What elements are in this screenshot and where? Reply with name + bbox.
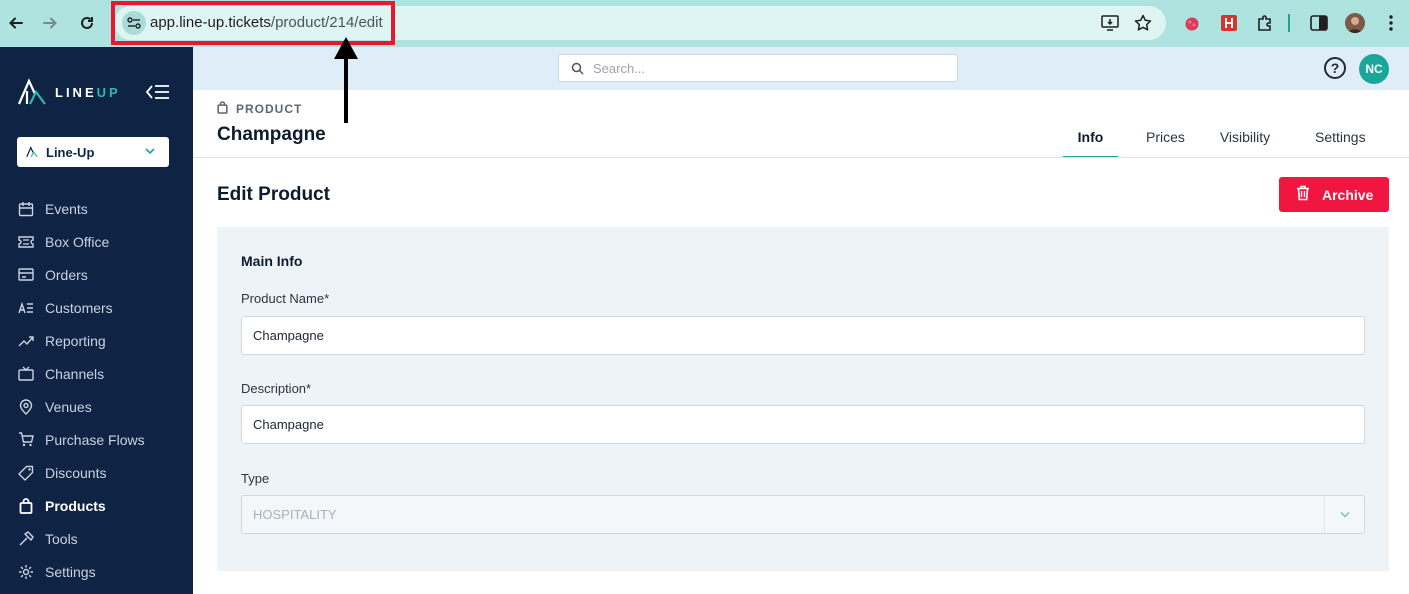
sidebar-item-discounts[interactable]: Discounts: [0, 456, 193, 489]
eyebrow-label: PRODUCT: [236, 102, 303, 116]
sidebar-item-label: Venues: [45, 398, 92, 415]
forward-arrow-icon[interactable]: [38, 11, 62, 35]
cart-icon: [17, 431, 35, 449]
extensions-puzzle-icon[interactable]: [1254, 12, 1276, 34]
page-eyebrow: PRODUCT: [217, 101, 302, 117]
description-label: Description*: [241, 381, 312, 396]
archive-label: Archive: [1322, 186, 1374, 203]
search-box: [558, 54, 958, 82]
card-title: Main Info: [241, 253, 303, 269]
toolbar-divider: [1288, 12, 1290, 34]
section-title: Edit Product: [217, 184, 330, 205]
gear-icon: [17, 563, 35, 581]
browser-toolbar: app.line-up.tickets/product/214/edit: [0, 0, 1409, 47]
sidebar-item-purchase-flows[interactable]: Purchase Flows: [0, 423, 193, 456]
description-value: Champagne: [253, 417, 324, 432]
search-icon: [571, 62, 584, 75]
tab-prices[interactable]: Prices: [1146, 120, 1185, 158]
tab-settings[interactable]: Settings: [1315, 120, 1366, 158]
ticket-icon: [17, 233, 35, 251]
archive-button[interactable]: Archive: [1279, 177, 1389, 212]
sidebar-item-label: Settings: [45, 563, 96, 580]
type-select: HOSPITALITY: [241, 495, 1365, 534]
chevron-down-icon: [1324, 496, 1364, 533]
profile-avatar-icon[interactable]: [1345, 13, 1365, 33]
type-label: Type: [241, 471, 270, 486]
back-arrow-icon[interactable]: [4, 11, 28, 35]
help-icon[interactable]: ?: [1324, 57, 1346, 79]
sidebar-item-label: Tools: [45, 530, 78, 547]
sidebar-item-label: Events: [45, 200, 88, 217]
header-divider: [193, 157, 1409, 158]
organization-name: Line-Up: [46, 144, 95, 160]
up-arrow-annotation: [334, 37, 358, 123]
trend-chart-icon: [17, 332, 35, 350]
hammer-icon: [17, 530, 35, 548]
sidebar-item-channels[interactable]: Channels: [0, 357, 193, 390]
sidebar-item-label: Products: [45, 497, 106, 514]
calendar-icon: [17, 200, 35, 218]
main-info-card: Main Info Product Name* Champagne Descri…: [217, 227, 1389, 571]
description-field[interactable]: Champagne: [241, 405, 1365, 444]
type-value: HOSPITALITY: [253, 507, 337, 522]
sidebar-item-customers[interactable]: Customers: [0, 291, 193, 324]
extension-raspberry-icon[interactable]: [1181, 12, 1203, 34]
chevron-down-icon: [145, 148, 155, 155]
sidebar-item-label: Channels: [45, 365, 105, 382]
user-avatar[interactable]: NC: [1359, 54, 1389, 84]
reload-icon[interactable]: [75, 11, 99, 35]
logo-text: LINEUP: [55, 85, 121, 100]
sidebar-item-orders[interactable]: Orders: [0, 258, 193, 291]
lineup-logo-icon: [17, 78, 46, 105]
tab-info[interactable]: Info: [1063, 120, 1118, 158]
collapse-sidebar-icon[interactable]: [145, 83, 170, 101]
sidebar-item-venues[interactable]: Venues: [0, 390, 193, 423]
sidebar-item-label: Orders: [45, 266, 88, 283]
browser-menu-icon[interactable]: [1380, 12, 1402, 34]
logo-text-accent: UP: [96, 84, 121, 100]
app-topbar: ? NC: [193, 47, 1409, 90]
sidebar-item-tools[interactable]: Tools: [0, 522, 193, 555]
extension-red-h-icon[interactable]: [1218, 12, 1240, 34]
product-name-field[interactable]: Champagne: [241, 316, 1365, 355]
sidebar-item-products[interactable]: Products: [0, 489, 193, 522]
product-name-value: Champagne: [253, 328, 324, 343]
product-tabs: Info Prices Visibility Settings: [1063, 120, 1366, 158]
bag-icon: [217, 101, 228, 117]
sidebar: LINEUP Line-Up Events Box Office Orders …: [0, 47, 193, 594]
bag-icon: [17, 497, 35, 515]
tab-visibility[interactable]: Visibility: [1219, 120, 1271, 158]
sidebar-item-box-office[interactable]: Box Office: [0, 225, 193, 258]
sidebar-item-label: Reporting: [45, 332, 106, 349]
sidebar-item-label: Purchase Flows: [45, 431, 145, 448]
sidebar-item-settings[interactable]: Settings: [0, 555, 193, 588]
page-title: Champagne: [217, 124, 326, 145]
organization-selector[interactable]: Line-Up: [17, 137, 169, 167]
sidebar-item-events[interactable]: Events: [0, 192, 193, 225]
sidebar-item-label: Box Office: [45, 233, 110, 250]
tag-icon: [17, 464, 35, 482]
card-icon: [17, 266, 35, 284]
lineup-logo[interactable]: LINEUP: [17, 78, 121, 106]
logo-text-main: LINE: [55, 84, 97, 100]
org-logo-icon: [26, 146, 38, 158]
trash-icon: [1296, 185, 1310, 204]
customers-list-icon: [17, 299, 35, 317]
side-panel-icon[interactable]: [1308, 12, 1330, 34]
install-app-icon[interactable]: [1100, 13, 1120, 33]
search-input[interactable]: [593, 61, 933, 76]
sidebar-item-label: Discounts: [45, 464, 107, 481]
map-pin-icon: [17, 398, 35, 416]
bookmark-star-icon[interactable]: [1133, 13, 1153, 33]
tv-icon: [17, 365, 35, 383]
sidebar-item-reporting[interactable]: Reporting: [0, 324, 193, 357]
sidebar-item-label: Customers: [45, 299, 113, 316]
sidebar-nav: Events Box Office Orders Customers Repor…: [0, 192, 193, 588]
product-name-label: Product Name*: [241, 291, 330, 306]
